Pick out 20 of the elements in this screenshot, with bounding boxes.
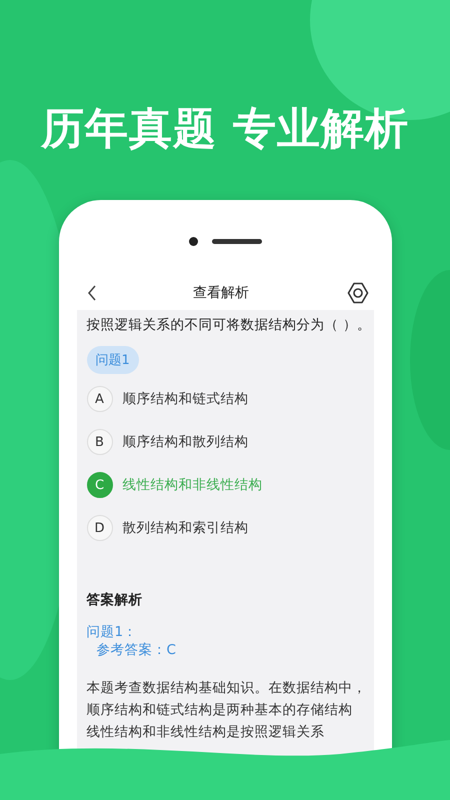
question-text: 按照逻辑关系的不同可将数据结构分为（ ）。 — [86, 316, 364, 334]
speaker-icon — [212, 238, 262, 244]
option-text[interactable]: 散列结构和索引结构 — [122, 519, 248, 537]
option-text[interactable]: 顺序结构和链式结构 — [122, 390, 248, 408]
reference-answer: 参考答案：C — [96, 641, 177, 659]
option-letter[interactable]: B — [86, 429, 112, 455]
section-heading: 答案解析 — [86, 591, 144, 609]
settings-icon[interactable] — [346, 281, 370, 305]
page-title: 查看解析 — [193, 284, 249, 302]
question-tag: 问题1 — [86, 346, 139, 374]
question-label: 问题1： — [86, 623, 138, 641]
explanation-line: 顺序结构和链式结构是两种基本的存储结构 — [86, 701, 354, 719]
explanation-line: 本题考查数据结构基础知识。在数据结构中， — [86, 679, 364, 697]
option-text[interactable]: 顺序结构和散列结构 — [122, 433, 248, 451]
explanation-line: 线性结构和非线性结构是按照逻辑关系 — [86, 723, 326, 741]
camera-icon — [188, 236, 198, 246]
option-letter[interactable]: D — [86, 515, 112, 541]
back-icon[interactable] — [86, 285, 96, 301]
option-letter[interactable]: A — [86, 386, 112, 412]
headline: 历年真题 专业解析 — [41, 103, 409, 156]
